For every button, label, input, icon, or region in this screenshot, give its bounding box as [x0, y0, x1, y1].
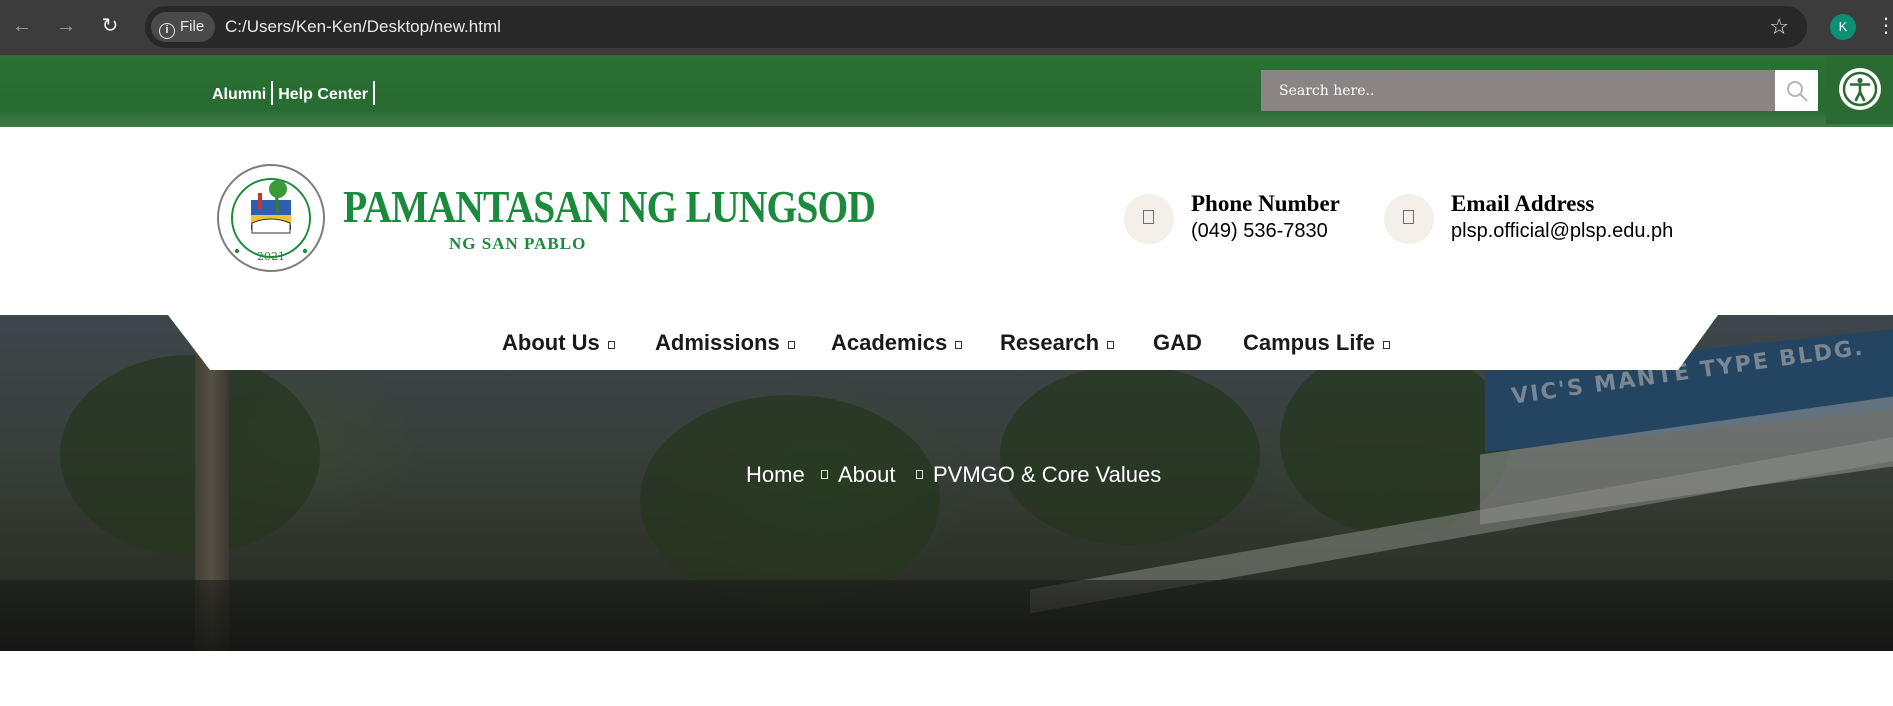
- site-header: 2021 PAMANTASAN NG LUNGSOD NG SAN PABLO …: [0, 127, 1893, 315]
- dropdown-caret-icon: [1107, 341, 1115, 349]
- nav-about-us[interactable]: About Us: [502, 323, 615, 363]
- breadcrumb-separator-icon: [916, 470, 923, 479]
- dropdown-caret-icon: [1383, 341, 1391, 349]
- reload-icon[interactable]: ↻: [98, 12, 122, 40]
- site-info-chip[interactable]: i File: [151, 12, 215, 42]
- back-icon[interactable]: ←: [10, 12, 34, 40]
- breadcrumb-current: PVMGO & Core Values: [933, 462, 1162, 487]
- logo-subtitle: NG SAN PABLO: [449, 234, 587, 253]
- phone-title: Phone Number: [1191, 191, 1340, 216]
- address-bar[interactable]: i File C:/Users/Ken-Ken/Desktop/new.html …: [145, 6, 1807, 48]
- search-box: [1261, 70, 1776, 111]
- nav-label: GAD: [1153, 330, 1202, 355]
- phone-value[interactable]: (049) 536-7830: [1191, 220, 1328, 243]
- logo-title[interactable]: PAMANTASAN NG LUNGSOD: [343, 180, 876, 233]
- dropdown-caret-icon: [607, 341, 615, 349]
- accessibility-button[interactable]: [1826, 56, 1893, 124]
- alumni-link[interactable]: Alumni: [212, 86, 266, 104]
- top-links: Alumni Help Center: [212, 81, 380, 105]
- nav-academics[interactable]: Academics: [831, 323, 963, 363]
- divider: [373, 81, 376, 105]
- menu-kebab-icon[interactable]: ⋮: [1876, 12, 1893, 40]
- chip-label: File: [180, 18, 205, 35]
- nav-label: Research: [1000, 330, 1100, 355]
- forward-icon[interactable]: →: [54, 12, 78, 40]
- info-icon: i: [159, 23, 175, 39]
- nav-gad[interactable]: GAD: [1153, 323, 1202, 363]
- dropdown-caret-icon: [955, 341, 963, 349]
- nav-label: Admissions: [655, 330, 780, 355]
- help-center-link[interactable]: Help Center: [278, 86, 368, 104]
- accessibility-icon: [1839, 68, 1881, 110]
- nav-label: Academics: [831, 330, 948, 355]
- phone-icon: [1124, 194, 1174, 244]
- divider: [271, 81, 274, 105]
- nav-admissions[interactable]: Admissions: [655, 323, 795, 363]
- nav-research[interactable]: Research: [1000, 323, 1115, 363]
- seal-year: 2021: [257, 250, 285, 263]
- nav-label: About Us: [502, 330, 600, 355]
- main-nav: About Us Admissions Academics Research G…: [0, 315, 1893, 370]
- email-icon: [1384, 194, 1434, 244]
- search-icon: [1787, 81, 1808, 102]
- bookmark-star-icon[interactable]: ☆: [1769, 6, 1789, 48]
- email-value[interactable]: plsp.official@plsp.edu.ph: [1451, 220, 1673, 243]
- breadcrumb-separator-icon: [821, 470, 828, 479]
- breadcrumb-home[interactable]: Home: [746, 459, 805, 491]
- browser-toolbar: ← → ↻ i File C:/Users/Ken-Ken/Desktop/new…: [0, 0, 1893, 55]
- university-seal-logo[interactable]: 2021: [216, 163, 326, 273]
- nav-label: Campus Life: [1243, 330, 1376, 355]
- nav-campus-life[interactable]: Campus Life: [1243, 323, 1391, 363]
- url-text[interactable]: C:/Users/Ken-Ken/Desktop/new.html: [225, 6, 501, 48]
- profile-avatar[interactable]: K: [1830, 14, 1856, 40]
- dropdown-caret-icon: [787, 341, 795, 349]
- email-title: Email Address: [1451, 191, 1595, 216]
- breadcrumb-about[interactable]: About: [838, 459, 896, 491]
- top-bar: Alumni Help Center: [0, 55, 1893, 127]
- search-input[interactable]: [1261, 70, 1776, 111]
- search-button[interactable]: [1775, 70, 1818, 111]
